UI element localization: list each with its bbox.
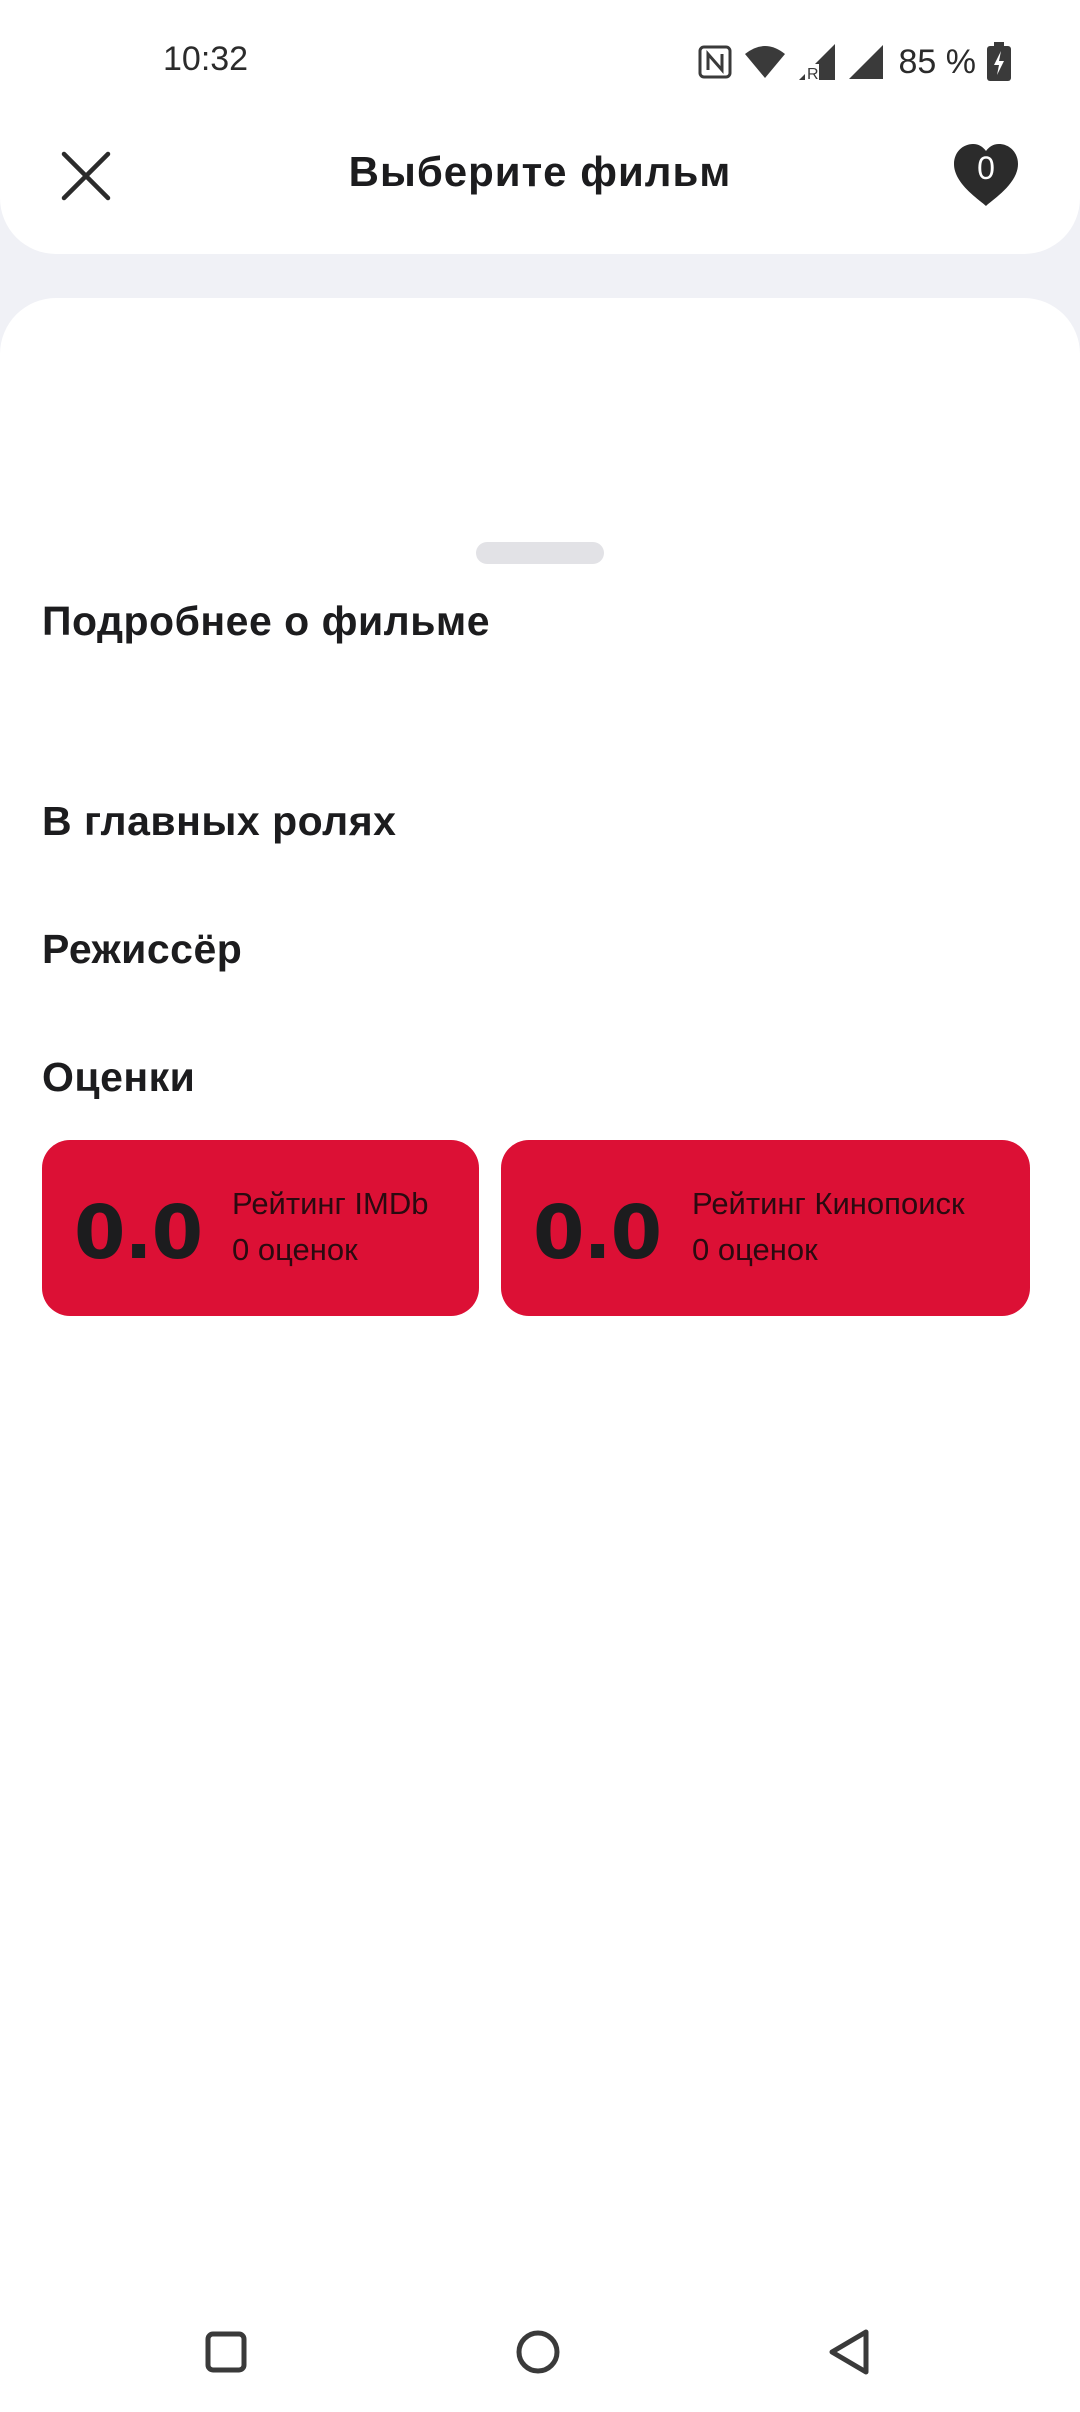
wifi-icon [744,46,785,78]
system-navigation-bar [0,2296,1080,2412]
favorites-count: 0 [977,150,995,186]
rating-label: Рейтинг IMDb [232,1186,429,1221]
status-icons: R 85 % [697,40,1013,84]
recents-button[interactable] [194,2320,258,2384]
battery-percentage: 85 % [898,42,977,81]
back-button[interactable] [818,2320,882,2384]
drag-handle[interactable] [476,542,604,564]
rating-card-kinopoisk[interactable]: 0.0 Рейтинг Кинопоиск 0 оценок [501,1140,1030,1316]
section-title-cast: В главных ролях [42,798,397,844]
svg-text:R: R [807,66,819,82]
page-title: Выберите фильм [348,148,732,195]
home-button[interactable] [506,2320,570,2384]
section-title-about: Подробнее о фильме [42,598,491,644]
nfc-icon [698,45,731,79]
movie-details-sheet: Подробнее о фильме В главных ролях Режис… [0,298,1080,2412]
signal-icon [848,45,883,79]
home-circle-icon [516,2330,560,2374]
rating-count: 0 оценок [232,1232,358,1267]
rating-card-imdb[interactable]: 0.0 Рейтинг IMDb 0 оценок [42,1140,479,1316]
section-title-ratings: Оценки [42,1054,196,1100]
top-panel: 10:32 R 85 % Выберите фильм 0 [0,0,1080,254]
recents-square-icon [205,2331,247,2373]
rating-count: 0 оценок [692,1232,818,1267]
section-title-director: Режиссёр [42,926,243,972]
signal-roaming-icon: R [798,44,835,82]
battery-charging-icon [987,42,1011,81]
rating-label: Рейтинг Кинопоиск [692,1186,965,1221]
rating-score: 0.0 [74,1190,203,1276]
rating-score: 0.0 [533,1190,662,1276]
favorites-button[interactable]: 0 [950,142,1022,208]
back-triangle-icon [829,2329,869,2375]
status-time: 10:32 [163,40,249,78]
